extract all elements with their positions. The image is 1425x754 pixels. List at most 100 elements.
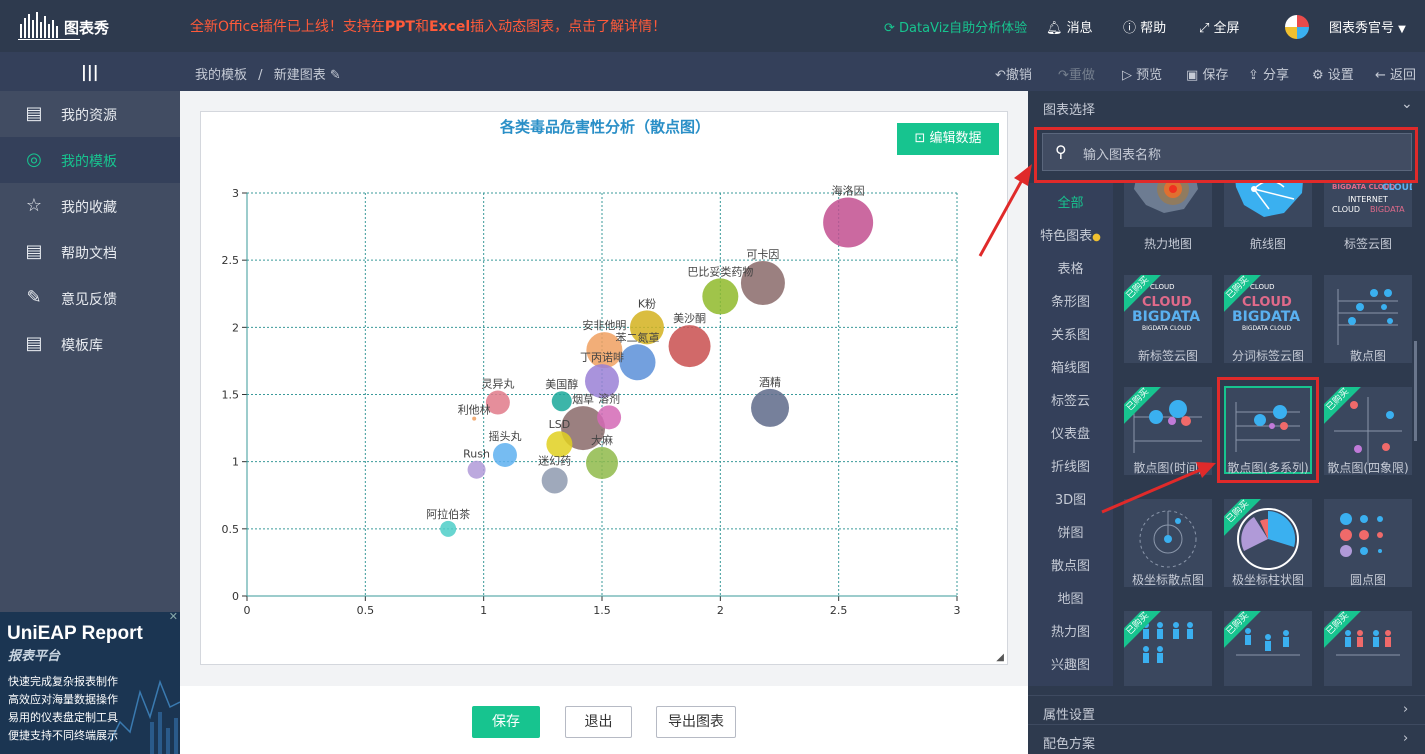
point-label: 苯二氮䓬	[616, 330, 660, 344]
ad-line: 快速完成复杂报表制作	[8, 675, 118, 688]
redo-label: 重做	[1068, 68, 1095, 83]
bell-icon: 🔔︎	[1046, 21, 1063, 36]
logo[interactable]: 图表秀	[18, 10, 130, 42]
back-label: 返回	[1390, 68, 1417, 83]
scatter-point	[492, 442, 517, 467]
category-line[interactable]: 折线图	[1028, 456, 1113, 475]
dataviz-icon: ⟳	[884, 21, 895, 36]
back-button[interactable]: ← 返回	[1375, 64, 1416, 83]
chart-tile-people-3[interactable]: 已购买	[1324, 611, 1412, 686]
category-all[interactable]: 全部	[1028, 192, 1113, 211]
chart-tile-flight[interactable]	[1224, 183, 1312, 227]
announcement-excel: Excel	[428, 19, 471, 35]
category-tagcloud[interactable]: 标签云	[1028, 390, 1113, 409]
fullscreen-icon: ⤢	[1199, 21, 1210, 36]
fullscreen-button[interactable]: ⤢ 全屏	[1199, 17, 1240, 36]
document-icon: ▤	[25, 103, 43, 124]
exit-button[interactable]: 退出	[565, 706, 632, 738]
search-box[interactable]: ⚲ 输入图表名称	[1042, 133, 1412, 171]
caret-down-icon: ▼	[1398, 24, 1406, 35]
point-label: LSD	[549, 418, 571, 431]
category-pie[interactable]: 饼图	[1028, 522, 1113, 541]
category-relation[interactable]: 关系图	[1028, 324, 1113, 343]
category-heatmap[interactable]: 热力图	[1028, 621, 1113, 640]
ad-banner[interactable]: ✕ UniEAP Report 报表平台 快速完成复杂报表制作 高效应对海量数据…	[0, 612, 180, 754]
search-input[interactable]: 输入图表名称	[1083, 144, 1161, 163]
chevron-down-icon: ⌄	[1401, 96, 1413, 112]
point-label: 灵异丸	[481, 378, 514, 391]
category-gauge[interactable]: 仪表盘	[1028, 423, 1113, 442]
point-label: 烟草	[572, 392, 594, 406]
avatar[interactable]	[1285, 15, 1309, 39]
chart-selection-title: 图表选择	[1043, 103, 1096, 118]
chart-tile-label: 散点图(多系列)	[1227, 461, 1309, 475]
category-map[interactable]: 地图	[1028, 588, 1113, 607]
category-scatter[interactable]: 散点图	[1028, 555, 1113, 574]
share-button[interactable]: ⇪ 分享	[1248, 64, 1289, 83]
sidebar-item-favorites[interactable]: ☆ 我的收藏	[0, 183, 180, 229]
x-tick-label: 3	[954, 604, 961, 617]
color-scheme-row[interactable]: 配色方案 ›	[1028, 724, 1425, 754]
category-label: 特色图表	[1040, 229, 1093, 244]
scatter-point	[823, 197, 874, 248]
ad-close-icon[interactable]: ✕	[169, 612, 178, 623]
scatter-point	[467, 460, 486, 479]
category-interest[interactable]: 兴趣图	[1028, 654, 1113, 673]
undo-button[interactable]: ↶撤销	[995, 64, 1032, 83]
chart-panel[interactable]: 各类毒品危害性分析（散点图） ⊡ 编辑数据 0 0.5 1 1.5 2 2.5 3 0 0.5 1…	[200, 111, 1008, 665]
category-boxplot[interactable]: 箱线图	[1028, 357, 1113, 376]
sidebar-item-resources[interactable]: ▤ 我的资源	[0, 91, 180, 137]
heatmap-thumb-icon	[1134, 183, 1198, 213]
save-button[interactable]: 保存	[472, 706, 540, 738]
gear-icon: ⚙	[1312, 68, 1324, 83]
top-bar: 图表秀 全新Office插件已上线！支持在PPT和Excel插入动态图表，点击了…	[0, 0, 1425, 52]
scrollbar[interactable]	[1414, 341, 1417, 441]
chart-tile-people-2[interactable]: 已购买	[1224, 611, 1312, 686]
chart-tile-people-1[interactable]: 已购买	[1124, 611, 1212, 686]
undo-icon: ↶	[995, 68, 1006, 83]
tagcloud-thumb-text: CLOUD	[1382, 183, 1412, 193]
chart-selection-header[interactable]: 图表选择 ⌄	[1028, 91, 1425, 121]
x-tick-label: 2	[717, 604, 724, 617]
ad-title: UniEAP Report	[7, 623, 143, 644]
redo-button[interactable]: ↷重做	[1058, 64, 1095, 83]
breadcrumb-root[interactable]: 我的模板	[195, 68, 247, 83]
breadcrumb-separator: /	[258, 68, 263, 83]
x-tick-label: 2.5	[830, 604, 848, 617]
category-featured[interactable]: 特色图表●	[1028, 225, 1113, 244]
edit-title-icon[interactable]: ✎	[330, 68, 341, 83]
export-button[interactable]: 导出图表	[656, 706, 736, 738]
user-menu[interactable]: 图表秀官号 ▼	[1329, 17, 1406, 36]
messages-label: 消息	[1066, 21, 1093, 36]
chart-tile-tagcloud[interactable]: BIGDATA CLOUD CLOUD INTERNET CLOUD BIGDA…	[1324, 183, 1412, 227]
menu-toggle-icon[interactable]: |||	[81, 62, 99, 81]
category-table[interactable]: 表格	[1028, 258, 1113, 277]
sidebar-item-help-docs[interactable]: ▤ 帮助文档	[0, 229, 180, 275]
x-tick-label: 0.5	[357, 604, 375, 617]
category-3d[interactable]: 3D图	[1028, 489, 1113, 508]
messages-button[interactable]: 🔔︎ 消息	[1046, 17, 1093, 36]
x-tick-label: 1.5	[593, 604, 611, 617]
help-button[interactable]: ⓘ 帮助	[1123, 17, 1166, 36]
save-toolbar-button[interactable]: ▣ 保存	[1186, 64, 1228, 83]
sidebar-item-templates[interactable]: ◎ 我的模板	[0, 137, 180, 183]
ad-line: 易用的仪表盘定制工具	[8, 711, 118, 724]
announcement-link[interactable]: 全新Office插件已上线！支持在PPT和Excel插入动态图表，点击了解详情！	[190, 16, 666, 36]
point-label: 美国醇	[545, 377, 578, 391]
resize-handle-icon[interactable]: ◢	[996, 652, 1004, 663]
chart-tile-heatmap-map[interactable]	[1124, 183, 1212, 227]
ad-graph-icon	[110, 679, 180, 754]
sidebar-item-template-library[interactable]: ▤ 模板库	[0, 321, 180, 367]
point-label: 利他林	[458, 403, 491, 417]
chart-tile-label: 新标签云图	[1137, 349, 1198, 363]
y-tick-label: 2.5	[222, 254, 240, 267]
settings-button[interactable]: ⚙ 设置	[1312, 64, 1354, 83]
dataviz-link[interactable]: ⟳ DataViz自助分析体验	[884, 17, 1027, 36]
sidebar-item-feedback[interactable]: ✎ 意见反馈	[0, 275, 180, 321]
ad-subtitle: 报表平台	[8, 649, 61, 664]
preview-button[interactable]: ▷ 预览	[1122, 64, 1162, 83]
attr-settings-row[interactable]: 属性设置 ›	[1028, 695, 1425, 723]
share-label: 分享	[1263, 68, 1290, 83]
category-bar[interactable]: 条形图	[1028, 291, 1113, 310]
chart-tile-label: 极坐标柱状图	[1231, 573, 1304, 587]
